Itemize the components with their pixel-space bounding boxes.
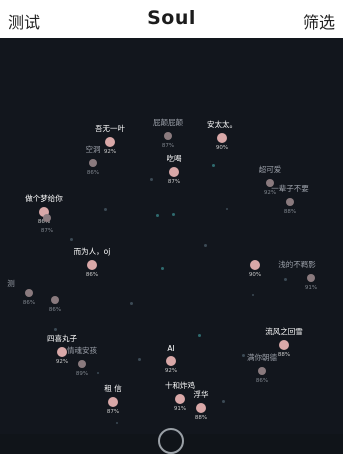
filter-button[interactable]: 筛选 xyxy=(303,9,335,33)
star xyxy=(150,178,153,181)
user-name: AI xyxy=(167,344,175,353)
user-dot xyxy=(166,356,176,366)
match-percent: 86% xyxy=(255,378,269,384)
star xyxy=(97,372,99,374)
user-dot xyxy=(286,198,294,206)
match-percent: 88% xyxy=(277,352,291,358)
match-percent: 87% xyxy=(106,409,120,415)
match-percent: 86% xyxy=(22,300,36,306)
user-dot xyxy=(279,340,289,350)
user-name: 超可爱 xyxy=(258,165,282,174)
user-name: 安太太。 xyxy=(207,120,237,129)
match-percent: 88% xyxy=(194,415,208,421)
star xyxy=(104,208,107,211)
user-name: 情魂安孩 xyxy=(67,346,97,355)
user-dot xyxy=(258,367,266,375)
star xyxy=(204,244,207,247)
user-dot xyxy=(250,260,260,270)
star xyxy=(284,278,287,281)
match-percent: 86% xyxy=(48,307,62,313)
star xyxy=(156,214,159,217)
star xyxy=(130,302,133,305)
user-dot xyxy=(87,260,97,270)
match-percent: 90% xyxy=(215,145,229,151)
star xyxy=(138,358,141,361)
match-percent: 88% xyxy=(283,209,297,215)
match-percent: 89% xyxy=(75,371,89,377)
star xyxy=(54,328,57,331)
user-name: 浅的不羁影 xyxy=(278,260,316,269)
user-dot xyxy=(105,137,115,147)
page-title: Soul xyxy=(147,7,196,29)
user-dot xyxy=(196,403,206,413)
user-name: 十和炸鸡 xyxy=(165,381,195,390)
star xyxy=(222,400,225,403)
user-dot xyxy=(89,159,97,167)
user-dot xyxy=(57,347,67,357)
user-name: 吃喝 xyxy=(166,154,182,163)
user-name: 测 xyxy=(7,279,15,288)
star xyxy=(226,208,228,210)
user-name: 浮华 xyxy=(193,390,209,399)
user-name: 流风之回雪 xyxy=(265,327,303,336)
match-percent: 92% xyxy=(55,359,69,365)
user-dot xyxy=(217,133,227,143)
user-dot xyxy=(78,360,86,368)
user-name: 一辈子不要 xyxy=(271,184,309,193)
user-dot xyxy=(164,132,172,140)
star xyxy=(70,238,73,241)
top-bar: 测试 Soul 筛选 xyxy=(0,0,343,38)
match-percent: 91% xyxy=(304,285,318,291)
star-map: 吾无一叶 92% 屁颠屁颠 87% 安太太。 90% 空洞 86% 吃喝 87%… xyxy=(0,38,343,434)
user-dot xyxy=(51,296,59,304)
match-percent: 92% xyxy=(164,368,178,374)
user-dot xyxy=(307,274,315,282)
user-name: 租 信 xyxy=(104,384,122,393)
star xyxy=(212,164,215,167)
user-dot xyxy=(43,214,51,222)
star xyxy=(116,422,118,424)
star xyxy=(161,267,164,270)
match-percent: 86% xyxy=(86,170,100,176)
user-name: 做个梦给你 xyxy=(25,194,63,203)
match-percent: 90% xyxy=(248,272,262,278)
star xyxy=(252,294,254,296)
user-dot xyxy=(175,394,185,404)
user-dot xyxy=(25,289,33,297)
star xyxy=(172,213,175,216)
user-dot xyxy=(169,167,179,177)
user-name: 而为人，oj xyxy=(73,247,111,256)
user-name: 空洞 xyxy=(85,145,101,154)
user-name: 吾无一叶 xyxy=(95,124,125,133)
user-dot xyxy=(108,397,118,407)
star xyxy=(198,334,201,337)
match-percent: 91% xyxy=(173,406,187,412)
match-percent: 92% xyxy=(103,149,117,155)
match-percent: 87% xyxy=(167,179,181,185)
center-button[interactable] xyxy=(158,428,184,454)
match-percent: 87% xyxy=(40,228,54,234)
user-name: 屁颠屁颠 xyxy=(153,118,183,127)
match-percent: 87% xyxy=(161,143,175,149)
star xyxy=(242,354,245,357)
user-name: 满你朝德 xyxy=(247,353,277,362)
match-percent: 86% xyxy=(85,272,99,278)
user-name: 四喜丸子 xyxy=(47,334,77,343)
